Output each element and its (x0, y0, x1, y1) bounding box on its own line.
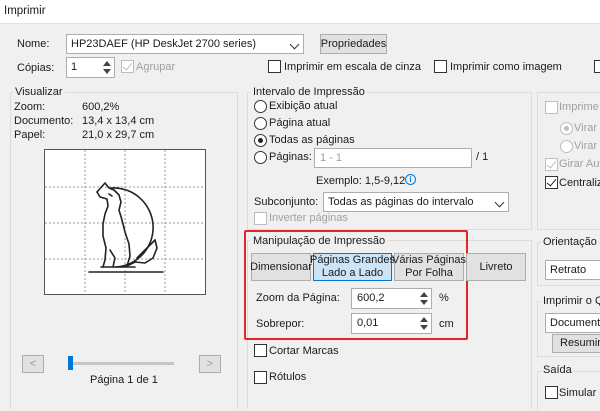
page-zoom-stepper[interactable]: 600,2 (351, 288, 432, 309)
next-page-button[interactable]: > (199, 355, 221, 373)
printer-name-label: Nome: (17, 38, 50, 50)
zoom-label: Zoom: (14, 101, 46, 113)
document-size-value: 13,4 x 13,4 cm (82, 115, 155, 127)
orientation-title: Orientação (541, 236, 599, 248)
copies-value: 1 (71, 61, 78, 73)
print-range-title: Intervalo de Impressão (251, 86, 367, 98)
simulate-checkbox[interactable] (545, 386, 558, 399)
auto-rotate-label: Girar Auto (559, 158, 600, 170)
print-what-title: Imprimir o Q (541, 295, 600, 307)
pages-input[interactable]: 1 - 1 (314, 148, 472, 168)
page-slider-thumb[interactable] (68, 356, 73, 370)
simulate-label: Simular a (559, 387, 600, 399)
center-label: Centraliza (559, 177, 600, 189)
paper-size-label: Papel: (14, 129, 46, 141)
page-preview (44, 149, 206, 295)
chevron-down-icon (494, 197, 505, 208)
print-both-sides-checkbox[interactable] (545, 101, 558, 114)
multiple-button-line1: Várias Páginas (392, 254, 466, 267)
overlap-value: 0,01 (357, 317, 379, 329)
auto-rotate-checkbox[interactable] (545, 158, 558, 171)
previous-page-button[interactable]: < (22, 355, 44, 373)
current-view-radio[interactable] (254, 100, 267, 113)
copies-stepper[interactable]: 1 (66, 57, 115, 78)
print-what-select[interactable]: Documento (545, 313, 600, 333)
all-pages-radio[interactable] (254, 134, 267, 147)
copies-label: Cópias: (17, 62, 55, 74)
spinner-arrows-icon[interactable] (417, 289, 431, 308)
print-what-select-value: Documento (550, 317, 600, 329)
print-both-sides-label: Imprime e (559, 101, 600, 113)
multiple-button[interactable]: Várias Páginas Por Folha (392, 253, 466, 281)
multiple-button-line2: Por Folha (405, 267, 453, 279)
chevron-down-icon (289, 39, 300, 50)
cut-marks-checkbox[interactable] (254, 344, 267, 357)
page-zoom-value: 600,2 (357, 292, 385, 304)
wolf-moon-preview-image (45, 150, 205, 294)
right-edge-checkbox[interactable] (594, 60, 600, 73)
spinner-arrows-icon[interactable] (100, 58, 114, 77)
subset-label: Subconjunto: (254, 196, 319, 208)
flip-long-edge-radio[interactable] (560, 122, 573, 135)
size-button[interactable]: Dimensionar (250, 253, 312, 281)
flip-short-edge-radio[interactable] (560, 140, 573, 153)
print-as-image-checkbox[interactable] (434, 60, 447, 73)
pages-radio[interactable] (254, 151, 267, 164)
overlap-unit: cm (439, 318, 454, 330)
pages-label: Páginas: (269, 151, 312, 163)
grayscale-checkbox[interactable] (268, 60, 281, 73)
flip-long-edge-label: Virar na (574, 122, 600, 134)
summarize-comments-button[interactable]: Resumir C (552, 334, 600, 353)
page-handling-title: Manipulação de Impressão (251, 235, 388, 247)
print-as-image-label: Imprimir como imagem (450, 61, 562, 73)
page-zoom-label: Zoom da Página: (256, 292, 340, 304)
properties-button[interactable]: Propriedades (320, 34, 387, 54)
current-page-label: Página atual (269, 117, 331, 129)
zoom-value: 600,2% (82, 101, 120, 113)
all-pages-label: Todas as páginas (269, 134, 355, 146)
reverse-pages-label: Inverter páginas (269, 212, 348, 224)
document-size-label: Documento: (14, 115, 74, 127)
printer-select[interactable]: HP23DAEF (HP DeskJet 2700 series) (66, 34, 304, 54)
current-view-label: Exibição atual (269, 100, 338, 112)
page-slider-track[interactable] (68, 362, 174, 365)
orientation-select[interactable]: Retrato (545, 260, 600, 280)
center-checkbox[interactable] (545, 176, 558, 189)
poster-button-line1: Páginas Grandes (310, 254, 395, 267)
window-title: Imprimir (4, 5, 46, 17)
grayscale-label: Imprimir em escala de cinza (284, 61, 421, 73)
preview-group-title: Visualizar (13, 86, 65, 98)
pages-total: / 1 (476, 151, 489, 163)
poster-button-line2: Lado a Lado (321, 267, 384, 279)
subset-select[interactable]: Todas as páginas do intervalo (323, 192, 509, 212)
output-title: Saída (541, 364, 574, 376)
title-bar: Imprimir (0, 0, 600, 24)
poster-button[interactable]: Páginas Grandes Lado a Lado (310, 253, 395, 281)
spinner-arrows-icon[interactable] (417, 314, 431, 333)
pages-input-placeholder: 1 - 1 (320, 152, 343, 164)
flip-short-edge-label: Virar na (574, 140, 600, 152)
page-zoom-unit: % (439, 292, 449, 304)
cut-marks-label: Cortar Marcas (269, 345, 339, 357)
printer-select-value: HP23DAEF (HP DeskJet 2700 series) (71, 38, 257, 50)
labels-checkbox[interactable] (254, 371, 267, 384)
collate-label: Agrupar (136, 61, 176, 73)
paper-size-value: 21,0 x 29,7 cm (82, 129, 155, 141)
collate-checkbox[interactable] (121, 60, 134, 73)
current-page-radio[interactable] (254, 117, 267, 130)
overlap-label: Sobrepor: (256, 318, 305, 330)
reverse-pages-checkbox[interactable] (254, 212, 267, 225)
orientation-select-value: Retrato (550, 264, 587, 276)
overlap-stepper[interactable]: 0,01 (351, 313, 432, 334)
booklet-button[interactable]: Livreto (466, 253, 526, 281)
page-indicator: Página 1 de 1 (90, 374, 158, 386)
pages-example: Exemplo: 1,5-9,12 (316, 175, 406, 187)
info-icon[interactable]: i (405, 174, 416, 185)
labels-label: Rótulos (269, 371, 307, 383)
subset-select-value: Todas as páginas do intervalo (328, 196, 474, 208)
